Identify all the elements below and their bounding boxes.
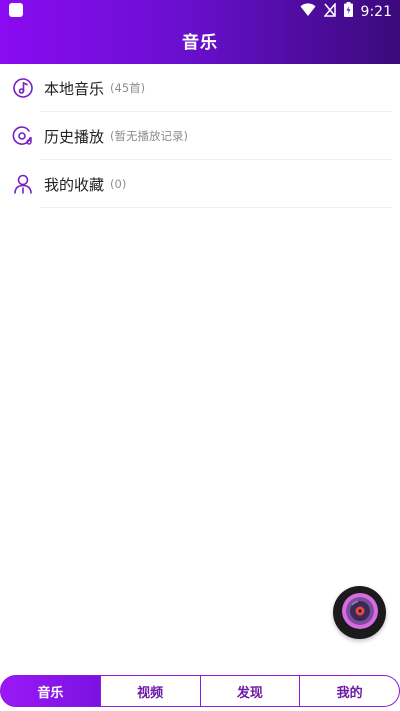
now-playing-button[interactable] bbox=[333, 586, 386, 639]
tab-video[interactable]: 视频 bbox=[100, 675, 201, 707]
divider bbox=[40, 207, 392, 208]
item-count: (暂无播放记录) bbox=[110, 129, 188, 143]
list-item-local-music[interactable]: 本地音乐 (45首) bbox=[0, 64, 400, 112]
status-bar: 9:21 bbox=[0, 0, 400, 24]
item-count: (45首) bbox=[110, 81, 146, 95]
user-collect-icon bbox=[12, 173, 34, 195]
no-signal-icon bbox=[322, 1, 336, 21]
item-label: 本地音乐 bbox=[44, 79, 105, 98]
tab-music[interactable]: 音乐 bbox=[0, 675, 101, 707]
music-note-icon bbox=[12, 77, 34, 99]
item-count: (0) bbox=[110, 177, 127, 191]
page-title: 音乐 bbox=[182, 33, 218, 53]
item-label: 我的收藏 bbox=[44, 175, 105, 194]
list-item-favorites[interactable]: 我的收藏 (0) bbox=[0, 160, 400, 208]
wifi-icon bbox=[300, 2, 316, 21]
tab-mine[interactable]: 我的 bbox=[300, 675, 400, 707]
tab-discover[interactable]: 发现 bbox=[200, 675, 301, 707]
vinyl-record-icon bbox=[340, 591, 380, 635]
top-header: 9:21 音乐 bbox=[0, 0, 400, 64]
list-item-history[interactable]: 历史播放 (暂无播放记录) bbox=[0, 112, 400, 160]
history-disc-icon bbox=[12, 125, 34, 147]
notification-icon bbox=[9, 3, 23, 17]
status-icons: 9:21 bbox=[300, 1, 392, 21]
bottom-tab-bar: 音乐 视频 发现 我的 bbox=[0, 675, 400, 707]
battery-icon bbox=[343, 2, 353, 21]
music-menu-list: 本地音乐 (45首) 历史播放 (暂无播放记录) 我的收藏 (0) bbox=[0, 64, 400, 208]
status-time: 9:21 bbox=[360, 3, 392, 20]
item-label: 历史播放 bbox=[44, 127, 105, 146]
